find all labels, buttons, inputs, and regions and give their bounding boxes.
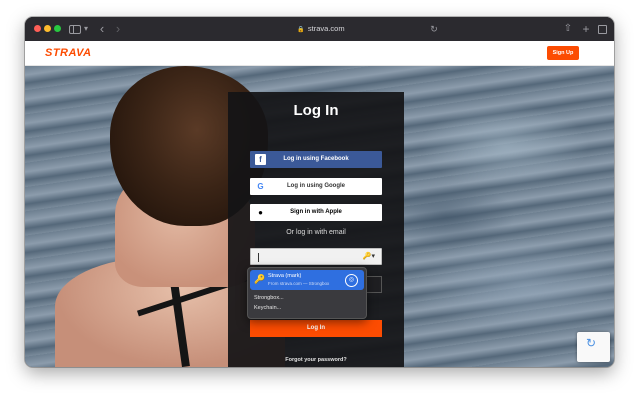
apple-icon: ● — [258, 208, 263, 217]
autofill-option-strongbox[interactable]: Strongbox... — [254, 295, 284, 301]
password-key-icon[interactable]: 🔑▾ — [363, 252, 375, 260]
lock-icon: 🔒 — [297, 27, 305, 33]
facebook-icon: f — [255, 154, 266, 165]
new-tab-icon[interactable]: + — [581, 21, 591, 37]
close-window-button[interactable] — [34, 25, 41, 32]
forgot-password-link[interactable]: Forgot your password? — [228, 357, 404, 363]
chevron-down-icon[interactable]: ▾ — [82, 21, 90, 37]
zoom-window-button[interactable] — [54, 25, 61, 32]
forward-icon[interactable]: › — [113, 21, 123, 37]
reload-icon[interactable]: ↻ — [429, 21, 439, 37]
recaptcha-badge[interactable]: ↻ — [577, 332, 610, 362]
autofill-credential-source: From strava.com — Strongbox — [268, 281, 330, 286]
login-title: Log In — [293, 102, 339, 119]
apple-login-label: Sign in with Apple — [290, 209, 342, 215]
sidebar-icon[interactable] — [69, 21, 81, 37]
apple-login-button[interactable]: ● Sign in with Apple — [250, 204, 382, 221]
browser-toolbar: ▾ ‹ › 🔒 strava.com ↻ ⇧ + — [25, 17, 614, 42]
google-login-label: Log in using Google — [287, 183, 345, 189]
autofill-dropdown: 🔑 Strava (mark) From strava.com — Strong… — [247, 267, 367, 319]
autofill-credential-name: Strava (mark) — [268, 273, 302, 279]
autofill-credential-item[interactable]: 🔑 Strava (mark) From strava.com — Strong… — [250, 270, 364, 290]
share-icon[interactable]: ⇧ — [563, 21, 573, 37]
signup-button[interactable]: Sign Up — [547, 46, 579, 60]
facebook-login-label: Log in using Facebook — [283, 156, 349, 162]
site-header: STRAVA Sign Up — [25, 41, 614, 66]
tab-overview-icon[interactable] — [597, 21, 607, 37]
browser-window: ▾ ‹ › 🔒 strava.com ↻ ⇧ + STRAVA Sign Up L… — [25, 17, 614, 367]
email-input[interactable]: 🔑▾ — [250, 248, 382, 265]
login-panel: Log In f Log in using Facebook G Log in … — [228, 92, 404, 367]
google-icon: G — [257, 182, 264, 191]
minimize-window-button[interactable] — [44, 25, 51, 32]
text-cursor — [258, 253, 259, 262]
back-icon[interactable]: ‹ — [97, 21, 107, 37]
strava-logo[interactable]: STRAVA — [45, 47, 92, 59]
key-icon: 🔑 — [254, 274, 266, 284]
globe-icon: ◎ — [345, 274, 358, 287]
autofill-option-keychain[interactable]: Keychain... — [254, 305, 281, 311]
google-login-button[interactable]: G Log in using Google — [250, 178, 382, 195]
login-button[interactable]: Log In — [250, 320, 382, 337]
address-bar-url: strava.com — [307, 24, 345, 33]
facebook-login-button[interactable]: f Log in using Facebook — [250, 151, 382, 168]
address-bar[interactable]: 🔒 strava.com — [201, 21, 441, 37]
email-login-divider-text: Or log in with email — [286, 229, 346, 236]
recaptcha-icon: ↻ — [586, 336, 597, 350]
